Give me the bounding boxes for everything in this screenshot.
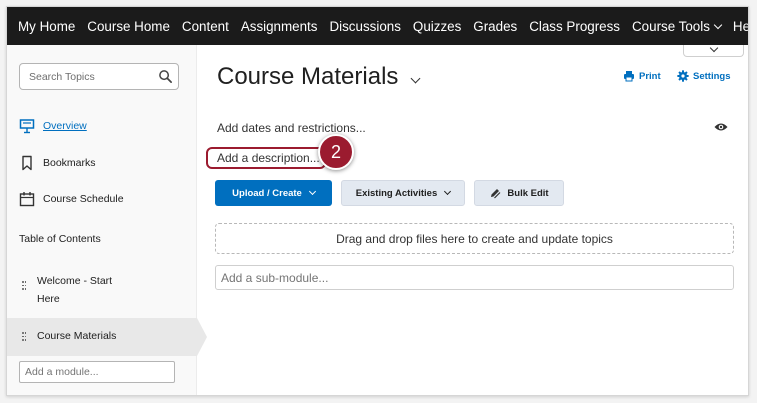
- nav-class-progress[interactable]: Class Progress: [523, 19, 626, 34]
- step-number-badge: 2: [318, 134, 354, 170]
- bulk-edit-label: Bulk Edit: [507, 187, 549, 199]
- nav-label: My Home: [18, 18, 76, 34]
- course-navbar: My Home Course Home Content Assignments …: [7, 7, 748, 45]
- sidebar-link-label: Overview: [43, 120, 87, 132]
- gear-icon: [677, 70, 689, 82]
- sidebar-link-label: Bookmarks: [43, 157, 96, 169]
- sidebar-link-course-schedule[interactable]: Course Schedule: [19, 191, 124, 207]
- nav-grades[interactable]: Grades: [467, 19, 523, 34]
- nav-label: Quizzes: [412, 18, 462, 34]
- printer-icon: [624, 71, 634, 82]
- print-label: Print: [639, 70, 661, 82]
- selected-pointer: [197, 318, 207, 356]
- search-topics-box: [19, 63, 179, 90]
- content-sidebar: Overview Bookmarks Course Schedule Ta: [7, 45, 207, 395]
- calendar-icon: [19, 191, 35, 207]
- chevron-down-icon: [308, 187, 316, 196]
- nav-label: Content: [181, 18, 229, 34]
- partial-dropdown-button[interactable]: [683, 43, 744, 57]
- existing-activities-label: Existing Activities: [355, 187, 438, 199]
- nav-course-tools[interactable]: Course Tools: [626, 19, 727, 34]
- drag-handle-icon[interactable]: [22, 332, 27, 342]
- nav-my-home[interactable]: My Home: [12, 19, 81, 34]
- chevron-down-icon: [709, 43, 719, 53]
- bulk-edit-button[interactable]: Bulk Edit: [474, 180, 564, 206]
- chevron-down-icon[interactable]: [410, 73, 421, 83]
- nav-course-home[interactable]: Course Home: [81, 19, 176, 34]
- add-module-input[interactable]: [19, 361, 175, 383]
- nav-label: Class Progress: [529, 18, 621, 34]
- bookmark-icon: [19, 155, 35, 171]
- nav-label: Discussions: [329, 18, 401, 34]
- nav-label: Course Tools: [632, 18, 710, 34]
- nav-help[interactable]: Help: [727, 18, 749, 34]
- settings-label: Settings: [693, 70, 731, 82]
- eye-visibility-icon[interactable]: [714, 122, 728, 132]
- page-title[interactable]: Course Materials: [217, 63, 421, 91]
- search-icon[interactable]: [158, 69, 173, 84]
- existing-activities-button[interactable]: Existing Activities: [341, 180, 465, 206]
- browser-frame: My Home Course Home Content Assignments …: [6, 6, 749, 396]
- nav-content[interactable]: Content: [176, 19, 235, 34]
- nav-label: Grades: [473, 18, 518, 34]
- toc-item-label: Welcome - Start: [37, 275, 113, 287]
- toc-item-label-continued: Here: [37, 293, 60, 305]
- file-drop-zone[interactable]: Drag and drop files here to create and u…: [215, 223, 734, 254]
- nav-label: Course Home: [87, 18, 170, 34]
- toc-item-welcome[interactable]: Welcome - Start Here: [7, 267, 197, 307]
- chevron-down-icon: [444, 187, 452, 196]
- nav-assignments[interactable]: Assignments: [235, 19, 324, 34]
- add-submodule-input[interactable]: [215, 265, 734, 290]
- pencil-icon: [491, 189, 501, 199]
- page-title-text: Course Materials: [217, 63, 399, 90]
- settings-button[interactable]: Settings: [677, 70, 730, 82]
- drop-zone-text: Drag and drop files here to create and u…: [336, 231, 613, 246]
- nav-discussions[interactable]: Discussions: [323, 19, 406, 34]
- nav-label: Assignments: [240, 18, 318, 34]
- nav-label: Help: [732, 18, 749, 34]
- nav-quizzes[interactable]: Quizzes: [407, 19, 467, 34]
- upload-create-label: Upload / Create: [232, 187, 302, 199]
- upload-create-button[interactable]: Upload / Create: [215, 180, 332, 206]
- print-button[interactable]: Print: [623, 70, 661, 82]
- drag-handle-icon[interactable]: [22, 281, 27, 291]
- sidebar-link-label: Course Schedule: [43, 193, 124, 205]
- add-dates-restrictions-link[interactable]: Add dates and restrictions...: [217, 121, 366, 135]
- search-topics-input[interactable]: [20, 64, 150, 89]
- chevron-down-icon: [713, 20, 723, 29]
- toc-heading: Table of Contents: [19, 233, 101, 245]
- sidebar-link-bookmarks[interactable]: Bookmarks: [19, 155, 96, 171]
- presentation-board-icon: [19, 118, 35, 134]
- sidebar-link-overview[interactable]: Overview: [19, 118, 87, 134]
- add-description-link[interactable]: Add a description...: [217, 151, 320, 165]
- toc-item-course-materials[interactable]: Course Materials: [7, 318, 207, 356]
- toc-item-label: Course Materials: [37, 330, 117, 342]
